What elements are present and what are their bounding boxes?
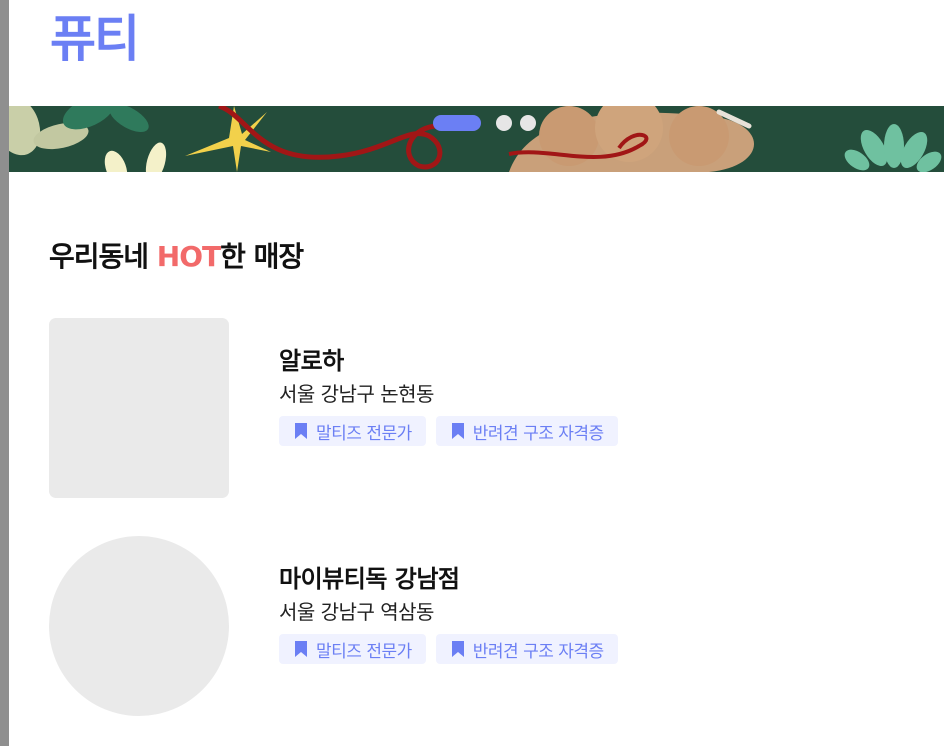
store-tags: 말티즈 전문가 반려견 구조 자격증: [279, 416, 628, 446]
section-title: 우리동네 HOT한 매장: [49, 237, 304, 277]
store-tag-label: 반려견 구조 자격증: [472, 641, 604, 662]
section-title-suffix: 한 매장: [220, 240, 304, 273]
carousel-indicator: [433, 115, 544, 131]
store-info: 마이뷰티독 강남점 서울 강남구 역삼동 말티즈 전문가 반려견 구조 자격증: [279, 562, 628, 664]
section-title-highlight: HOT: [156, 240, 221, 273]
store-tag-label: 말티즈 전문가: [316, 641, 412, 662]
store-card[interactable]: 알로하 서울 강남구 논현동 말티즈 전문가 반려견 구조 자격증: [49, 318, 929, 498]
store-tag-label: 반려견 구조 자격증: [472, 423, 604, 444]
store-tags: 말티즈 전문가 반려견 구조 자격증: [279, 634, 628, 664]
carousel-dot[interactable]: [520, 115, 536, 131]
store-name[interactable]: 알로하: [279, 344, 628, 378]
carousel-dot-active[interactable]: [433, 115, 481, 131]
promo-banner[interactable]: [9, 106, 944, 172]
store-tag: 말티즈 전문가: [279, 416, 426, 446]
store-card[interactable]: 마이뷰티독 강남점 서울 강남구 역삼동 말티즈 전문가 반려견 구조 자격증: [49, 536, 929, 716]
bookmark-icon: [295, 641, 307, 657]
bookmark-icon: [451, 423, 464, 439]
store-tag: 반려견 구조 자격증: [435, 634, 618, 664]
store-info: 알로하 서울 강남구 논현동 말티즈 전문가 반려견 구조 자격증: [279, 344, 628, 446]
store-address: 서울 강남구 논현동: [279, 382, 434, 406]
window-edge: [0, 0, 9, 746]
store-name[interactable]: 마이뷰티독 강남점: [279, 562, 628, 596]
store-thumbnail[interactable]: [49, 536, 229, 716]
store-tag: 반려견 구조 자격증: [435, 416, 618, 446]
section-title-prefix: 우리동네: [49, 240, 157, 273]
store-tag-label: 말티즈 전문가: [316, 423, 412, 444]
store-thumbnail[interactable]: [49, 318, 229, 498]
bookmark-icon: [295, 423, 307, 439]
carousel-dot[interactable]: [496, 115, 512, 131]
store-address: 서울 강남구 역삼동: [279, 600, 434, 624]
store-tag: 말티즈 전문가: [279, 634, 426, 664]
app-logo[interactable]: 퓨티: [50, 6, 140, 72]
bookmark-icon: [451, 641, 464, 657]
